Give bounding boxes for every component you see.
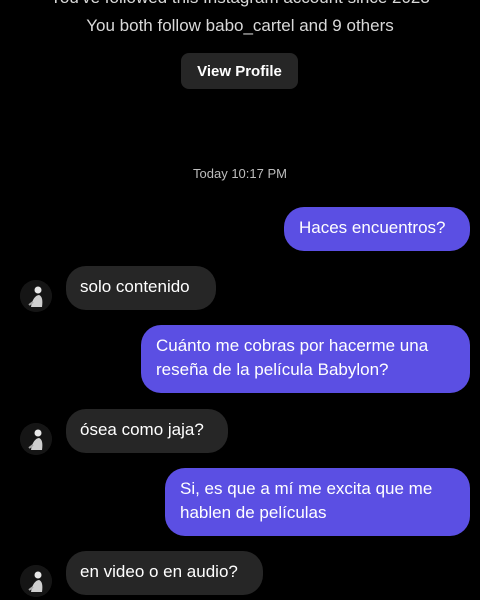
view-profile-button[interactable]: View Profile [181,53,298,89]
message-text: ósea como jaja? [80,420,204,439]
message-text: solo contenido [80,277,190,296]
avatar-icon[interactable] [20,423,52,455]
avatar-icon[interactable] [20,565,52,597]
avatar-silhouette-icon [20,565,52,597]
outgoing-message[interactable]: Si, es que a mí me excita que me hablen … [165,468,470,536]
incoming-message[interactable]: ósea como jaja? [66,409,228,453]
mutual-followers-text[interactable]: You both follow babo_cartel and 9 others [0,16,480,36]
incoming-message[interactable]: en video o en audio? [66,551,263,595]
outgoing-message[interactable]: Cuánto me cobras por hacerme una reseña … [141,325,470,393]
avatar-silhouette-icon [20,280,52,312]
message-text: Si, es que a mí me excita que me hablen … [180,479,433,522]
outgoing-message[interactable]: Haces encuentros? [284,207,470,251]
incoming-message[interactable]: solo contenido [66,266,216,310]
message-text: Haces encuentros? [299,218,446,237]
avatar-silhouette-icon [20,423,52,455]
message-text: en video o en audio? [80,562,238,581]
follow-since-text: You've followed this Instagram account s… [0,0,480,8]
message-timestamp: Today 10:17 PM [193,166,287,181]
avatar-icon[interactable] [20,280,52,312]
message-text: Cuánto me cobras por hacerme una reseña … [156,336,429,379]
